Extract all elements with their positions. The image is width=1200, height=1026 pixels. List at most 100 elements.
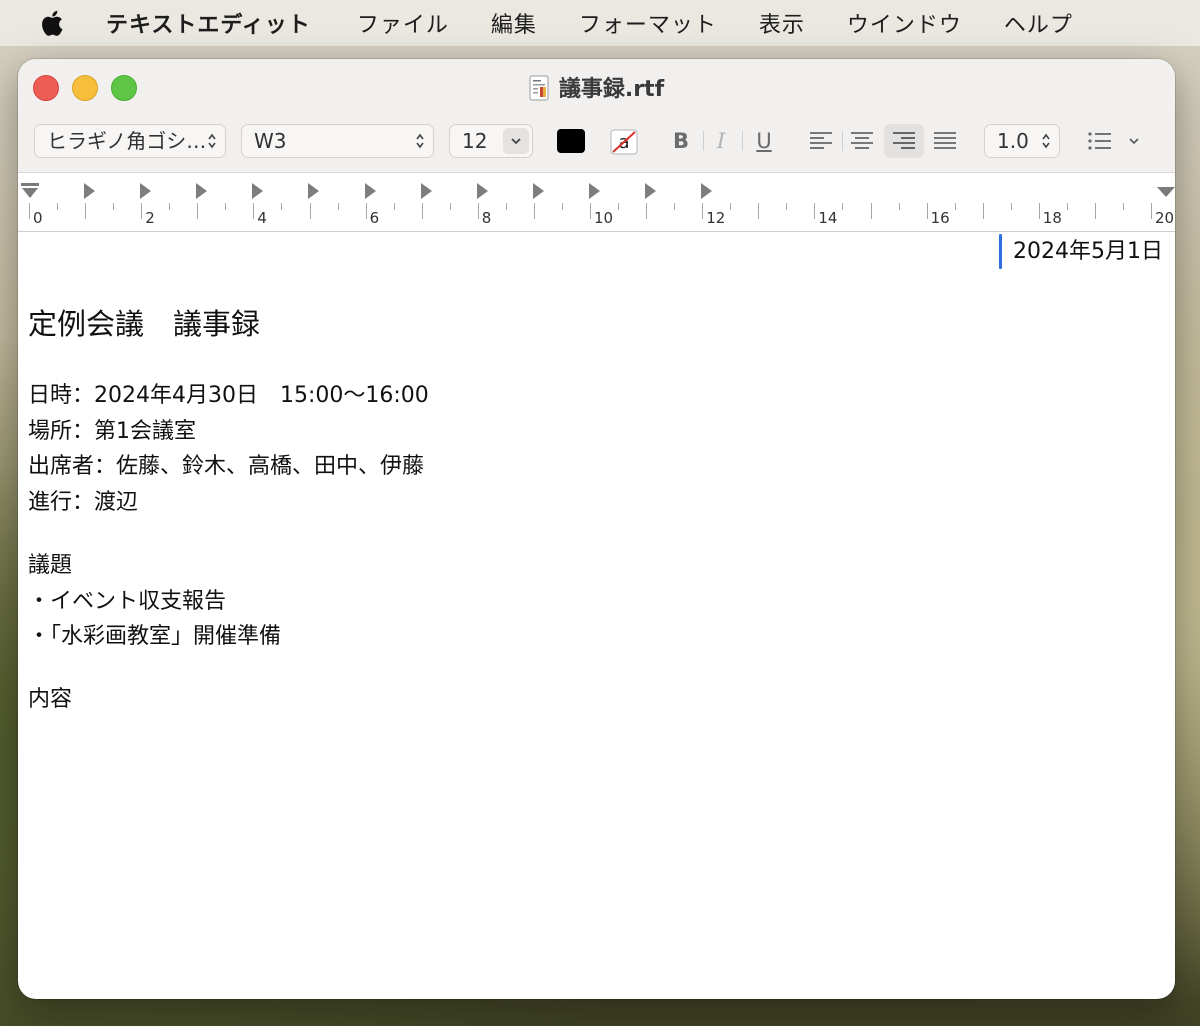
tab-stop-marker[interactable] — [308, 183, 320, 199]
ruler[interactable]: 0 2 4 6 8 10 12 14 16 18 20 — [18, 173, 1175, 232]
ruler-tick — [85, 203, 87, 219]
menu-format[interactable]: フォーマット — [579, 7, 717, 39]
ruler-tick — [674, 203, 676, 210]
ruler-tick — [702, 203, 704, 219]
document-date: 2024年5月1日 — [1013, 239, 1163, 264]
line-spacing-value: 1.0 — [997, 129, 1029, 153]
tab-stop-marker[interactable] — [196, 183, 208, 199]
content-heading: 内容 — [28, 687, 73, 712]
menu-window[interactable]: ウインドウ — [847, 7, 962, 39]
title-bar: 議事録.rtf ヒラギノ角ゴシ… W3 12 a B I — [18, 59, 1175, 173]
ruler-tick — [1122, 203, 1124, 210]
justify-button[interactable] — [930, 124, 960, 158]
place-line: 場所：第1会議室 — [28, 419, 196, 444]
menu-view[interactable]: 表示 — [759, 7, 805, 39]
underline-button[interactable]: U — [751, 124, 777, 158]
ruler-tick — [1038, 203, 1040, 219]
align-right-button[interactable] — [884, 124, 924, 158]
ruler-tick — [1010, 203, 1012, 210]
window-title-text: 議事録.rtf — [558, 77, 665, 102]
align-left-icon — [810, 132, 832, 149]
menu-edit[interactable]: 編集 — [491, 7, 537, 39]
align-justify-icon — [934, 132, 956, 149]
tab-stop-marker[interactable] — [645, 183, 656, 199]
font-weight-value: W3 — [254, 129, 287, 153]
ruler-tick — [477, 203, 479, 219]
ruler-tick — [57, 203, 59, 210]
tab-stop-marker[interactable] — [588, 183, 600, 199]
ruler-number: 18 — [1042, 209, 1062, 227]
tab-stop-marker[interactable] — [364, 183, 376, 199]
tab-stop-marker[interactable] — [532, 183, 544, 199]
tab-stop-marker[interactable] — [140, 183, 152, 199]
font-size-value: 12 — [462, 129, 488, 153]
text-editor-area[interactable]: 2024年5月1日 定例会議 議事録 日時：2024年4月30日 15:00〜1… — [18, 232, 1175, 999]
facilitator-line: 進行：渡辺 — [28, 490, 139, 515]
font-family-popup[interactable]: ヒラギノ角ゴシ… — [34, 124, 226, 158]
chevron-down-icon — [511, 138, 521, 145]
tab-stop-marker[interactable] — [701, 183, 713, 199]
ruler-tick — [898, 203, 900, 210]
ruler-number: 10 — [594, 209, 614, 227]
menu-file[interactable]: ファイル — [357, 7, 449, 39]
font-family-value: ヒラギノ角ゴシ… — [47, 129, 207, 153]
tab-stop-marker[interactable] — [420, 183, 432, 199]
align-left-button[interactable] — [806, 124, 836, 158]
ruler-tick — [253, 203, 255, 219]
text-color-well[interactable] — [557, 129, 585, 153]
ruler-tick — [449, 203, 451, 210]
tab-stop-marker[interactable] — [84, 183, 95, 199]
bulleted-list-icon — [1088, 132, 1139, 150]
separator — [703, 131, 704, 151]
ruler-tick — [533, 203, 535, 219]
updown-chevron-icon — [208, 133, 216, 149]
ruler-tick — [758, 203, 760, 219]
line-spacing-popup[interactable]: 1.0 — [984, 124, 1060, 158]
font-size-dropdown-button[interactable] — [503, 128, 529, 154]
ruler-tick — [421, 203, 423, 219]
align-center-button[interactable] — [847, 124, 877, 158]
ruler-tick — [281, 203, 283, 210]
ruler-tick — [954, 203, 956, 210]
left-indent-marker-icon[interactable] — [20, 181, 40, 201]
separator — [742, 131, 743, 151]
tab-stop-marker[interactable] — [252, 183, 264, 199]
italic-button[interactable]: I — [708, 124, 734, 158]
ruler-tick — [141, 203, 143, 219]
ruler-tick — [197, 203, 199, 219]
menu-help[interactable]: ヘルプ — [1004, 7, 1073, 39]
ruler-tick — [169, 203, 171, 210]
ruler-tick — [982, 203, 984, 219]
list-style-button[interactable] — [1084, 124, 1144, 158]
right-indent-marker-icon[interactable] — [1156, 185, 1175, 199]
agenda-heading: 議題 — [28, 553, 73, 578]
bold-button[interactable]: B — [668, 124, 694, 158]
ruler-tick — [590, 203, 591, 219]
ruler-tick — [1094, 203, 1096, 219]
datetime-line: 日時：2024年4月30日 15:00〜16:00 — [28, 383, 429, 408]
ruler-tick — [842, 203, 844, 210]
align-center-icon — [851, 132, 873, 149]
apple-logo-icon[interactable] — [38, 7, 68, 39]
ruler-tick — [1151, 203, 1152, 219]
ruler-tick — [393, 203, 395, 210]
ruler-number: 6 — [369, 209, 380, 227]
ruler-tick — [786, 203, 788, 210]
no-background-color-icon: a — [610, 129, 638, 155]
menu-app-name[interactable]: テキストエディット — [106, 7, 311, 39]
tab-stop-marker[interactable] — [476, 183, 488, 199]
ruler-number: 4 — [257, 209, 267, 227]
separator — [842, 131, 843, 151]
ruler-tick — [337, 203, 339, 210]
ruler-tick — [730, 203, 732, 210]
ruler-tick — [225, 203, 227, 210]
ruler-tick — [646, 203, 648, 219]
background-color-button[interactable]: a — [610, 129, 638, 155]
font-size-combo[interactable]: 12 — [449, 124, 533, 158]
font-weight-popup[interactable]: W3 — [241, 124, 434, 158]
ruler-tick — [29, 203, 30, 219]
window-title: 議事録.rtf — [18, 71, 1175, 103]
ruler-tick — [113, 203, 115, 210]
ruler-tick — [926, 203, 928, 219]
updown-chevron-icon — [1042, 133, 1050, 149]
